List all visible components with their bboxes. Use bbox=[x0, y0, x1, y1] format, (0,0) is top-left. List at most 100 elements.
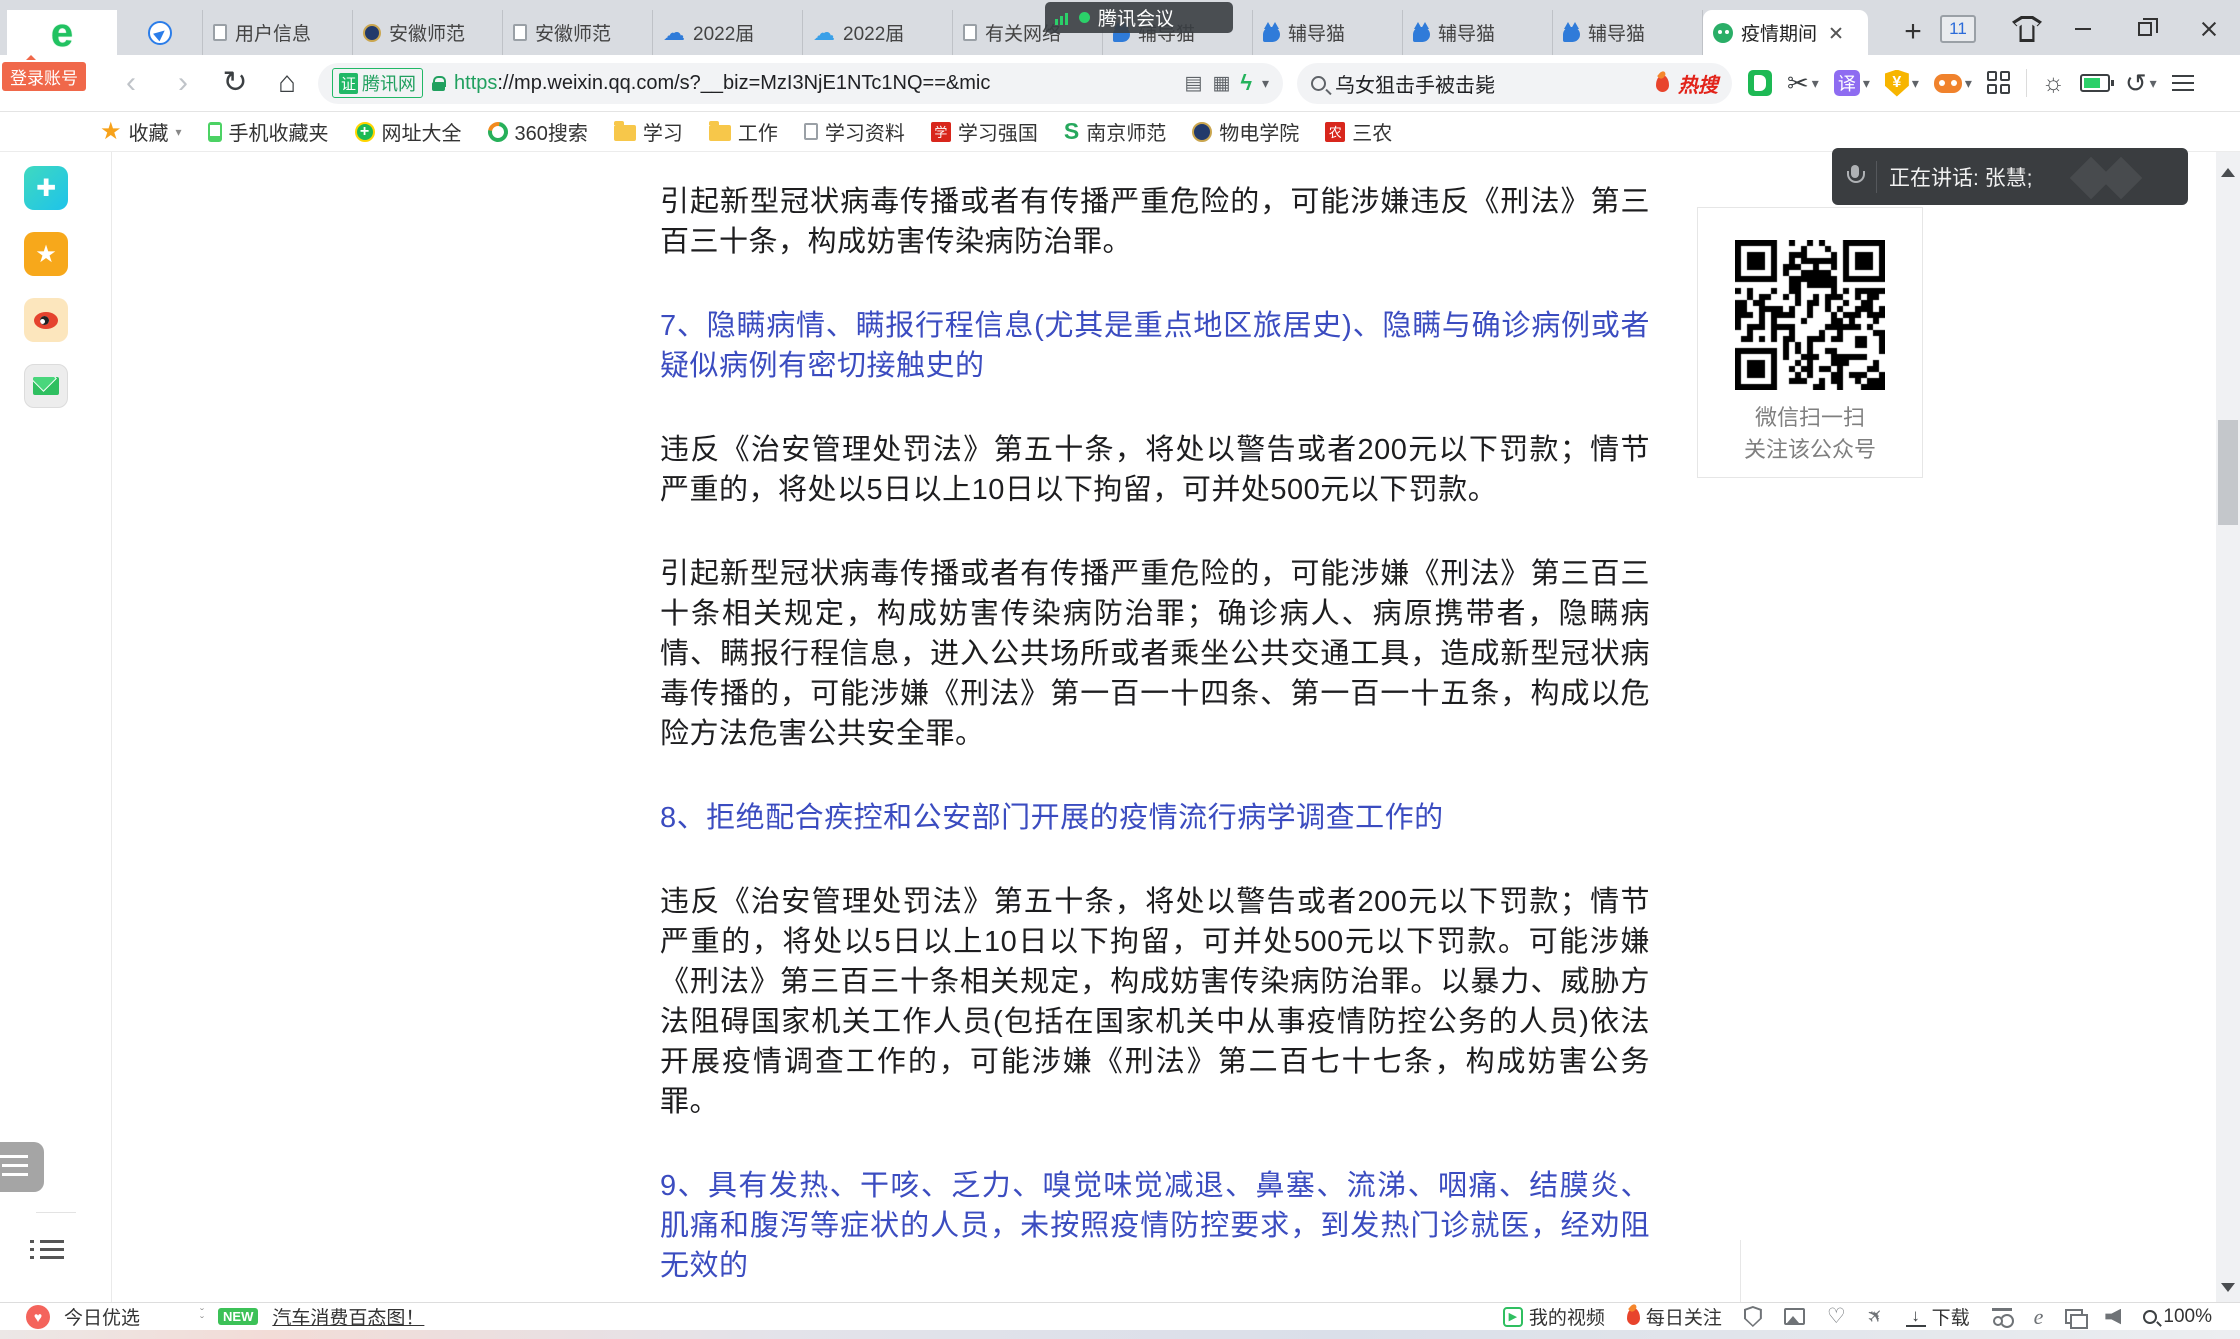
scroll-down-icon[interactable] bbox=[2221, 1283, 2235, 1292]
translate-button[interactable]: 译▾ bbox=[1834, 70, 1870, 96]
tab[interactable]: 辅导猫 bbox=[1553, 10, 1703, 55]
search-box[interactable]: 乌女狙击手被击毙 热搜 bbox=[1297, 63, 1732, 104]
photo-button[interactable] bbox=[1784, 1308, 1805, 1325]
tab[interactable]: 辅导猫 bbox=[1403, 10, 1553, 55]
browser-logo-area[interactable]: e bbox=[7, 10, 117, 55]
screenshot-button[interactable]: ✂▾ bbox=[1787, 70, 1819, 96]
bookmark-item[interactable]: 工作 bbox=[709, 117, 778, 146]
battery-saver-icon[interactable] bbox=[2080, 74, 2110, 92]
close-button[interactable] bbox=[2192, 16, 2226, 42]
play-video-button[interactable]: ▶我的视频 bbox=[1503, 1303, 1605, 1330]
bookmark-item[interactable]: ★收藏▾ bbox=[100, 117, 182, 146]
bookmark-item[interactable]: 农三农 bbox=[1325, 117, 1392, 146]
bookmark-item[interactable]: 手机收藏夹 bbox=[208, 117, 329, 146]
rebate-button[interactable]: ¥▾ bbox=[1885, 70, 1919, 97]
bookmark-item[interactable]: 学习 bbox=[614, 117, 683, 146]
undo-button[interactable]: ↺▾ bbox=[2125, 70, 2157, 96]
chevron-down-icon[interactable]: ▾ bbox=[1863, 75, 1870, 92]
speaking-toast-text: 正在讲话: 张慧; bbox=[1889, 162, 2033, 192]
login-account-badge[interactable]: 登录账号 bbox=[2, 62, 86, 91]
promo-link[interactable]: 汽车消费百态图！ bbox=[272, 1303, 424, 1330]
health-app-icon[interactable]: ✚ bbox=[24, 166, 68, 210]
tab-active[interactable]: 疫情期间 bbox=[1703, 10, 1868, 55]
bookmark-item[interactable]: 学习资料 bbox=[804, 117, 905, 146]
speed-bolt-icon[interactable]: ϟ bbox=[1240, 70, 1252, 96]
tab-title: 辅导猫 bbox=[1438, 19, 1495, 46]
split-window-button[interactable] bbox=[2065, 1309, 2083, 1324]
plugin-box-button[interactable] bbox=[1992, 1308, 2012, 1326]
reading-list-toggle-icon[interactable] bbox=[30, 1238, 64, 1264]
article-heading[interactable]: 9、具有发热、干咳、乏力、嗅觉味觉减退、鼻塞、流涕、咽痛、结膜炎、肌痛和腹泻等症… bbox=[660, 1166, 1650, 1286]
bookmark-item[interactable]: 物电学院 bbox=[1192, 117, 1299, 146]
heart-icon[interactable]: ♥ bbox=[26, 1305, 50, 1329]
magnifier-button[interactable]: 100% bbox=[2143, 1306, 2212, 1328]
home-icon[interactable]: ⌂ bbox=[264, 68, 310, 98]
chevron-down-icon[interactable]: ▾ bbox=[2150, 75, 2157, 92]
apps-grid-icon[interactable] bbox=[1987, 71, 2011, 95]
minimize-button[interactable] bbox=[2066, 16, 2100, 42]
hot-search-label[interactable]: 热搜 bbox=[1678, 69, 1718, 98]
game-button[interactable]: ▾ bbox=[1934, 74, 1972, 93]
feed-settings-icon[interactable] bbox=[0, 1142, 44, 1192]
chevron-down-icon[interactable]: ▾ bbox=[176, 125, 182, 139]
tab[interactable]: 安徽师范 bbox=[503, 10, 653, 55]
scrollbar-thumb[interactable] bbox=[2218, 420, 2238, 525]
article-heading[interactable]: 8、拒绝配合疾控和公安部门开展的疫情流行病学调查工作的 bbox=[660, 798, 1650, 838]
reader-mode-icon[interactable]: ▤ bbox=[1184, 72, 1202, 95]
bookmark-item[interactable]: 360搜索 bbox=[488, 117, 588, 146]
bookmark-item[interactable]: S南京师范 bbox=[1064, 117, 1166, 146]
site-cert-chip[interactable]: 证 腾讯网 bbox=[332, 68, 423, 98]
chevron-down-icon[interactable]: ▾ bbox=[1262, 75, 1269, 92]
double-chevron-down-icon[interactable]: ˇˇ bbox=[200, 1309, 204, 1325]
shield-button[interactable] bbox=[1744, 1306, 1762, 1327]
tab[interactable]: ☁2022届 bbox=[653, 10, 803, 55]
today-picks-label[interactable]: 今日优选 bbox=[64, 1303, 140, 1330]
tab[interactable]: ☁2022届 bbox=[803, 10, 953, 55]
reading-list-icon[interactable] bbox=[1748, 70, 1772, 96]
bookmark-item[interactable]: 学学习强国 bbox=[931, 117, 1038, 146]
folder-icon bbox=[709, 125, 731, 141]
brightness-icon[interactable]: ☼ bbox=[2042, 71, 2065, 96]
status-bar: ♥ 今日优选 ˇˇ NEW 汽车消费百态图！ ▶我的视频每日关注♡✈↓下载e10… bbox=[0, 1302, 2240, 1330]
bookmark-label: 网址大全 bbox=[382, 117, 462, 146]
bookmark-item[interactable]: +网址大全 bbox=[355, 117, 462, 146]
menu-icon[interactable] bbox=[2172, 75, 2194, 91]
weibo-app-icon[interactable] bbox=[24, 298, 68, 342]
address-bar[interactable]: 证 腾讯网 https://mp.weixin.qq.com/s?__biz=M… bbox=[318, 63, 1283, 104]
tab-close-icon[interactable] bbox=[1825, 22, 1847, 44]
ie-button[interactable]: e bbox=[2034, 1306, 2044, 1328]
article-heading[interactable]: 7、隐瞒病情、瞒报行程信息(尤其是重点地区旅居史)、隐瞒与确诊病例或者疑似病例有… bbox=[660, 306, 1650, 386]
star-icon: ★ bbox=[100, 120, 122, 144]
restore-button[interactable] bbox=[2128, 16, 2162, 42]
tab[interactable]: 用户信息 bbox=[203, 10, 353, 55]
scroll-up-icon[interactable] bbox=[2221, 168, 2235, 177]
url-text[interactable]: https://mp.weixin.qq.com/s?__biz=MzI3NjE… bbox=[454, 72, 1175, 95]
tab[interactable]: 辅导猫 bbox=[1253, 10, 1403, 55]
download-button[interactable]: ↓下载 bbox=[1906, 1303, 1970, 1330]
tab[interactable] bbox=[117, 10, 203, 55]
rocket-button[interactable]: ✈ bbox=[1868, 1307, 1884, 1326]
page-scrollbar[interactable] bbox=[2216, 152, 2240, 1302]
heart-pulse-button[interactable]: ♡ bbox=[1827, 1306, 1846, 1327]
daily-flame-button[interactable]: 每日关注 bbox=[1627, 1303, 1722, 1330]
tab-title: 2022届 bbox=[843, 19, 904, 46]
plugin-box-icon bbox=[1992, 1308, 2012, 1326]
shield-icon bbox=[1744, 1306, 1762, 1327]
chevron-down-icon[interactable]: ▾ bbox=[1912, 75, 1919, 92]
speaker-button[interactable] bbox=[2105, 1309, 2121, 1325]
tab[interactable]: 安徽师范 bbox=[353, 10, 503, 55]
tab-count-badge[interactable]: 11 bbox=[1940, 15, 1976, 43]
mail-app-icon[interactable] bbox=[24, 364, 68, 408]
favorites-star-app-icon[interactable]: ★ bbox=[24, 232, 68, 276]
bookmark-label: 学习强国 bbox=[958, 117, 1038, 146]
qr-share-icon[interactable]: ▦ bbox=[1212, 72, 1230, 95]
reload-icon[interactable]: ↻ bbox=[212, 68, 258, 98]
forward-icon[interactable]: › bbox=[160, 68, 206, 98]
chevron-down-icon[interactable]: ▾ bbox=[1812, 75, 1819, 92]
tencent-meeting-pill[interactable]: 腾讯会议 bbox=[1045, 2, 1233, 33]
browser-logo-icon: e bbox=[51, 13, 73, 53]
chevron-down-icon[interactable]: ▾ bbox=[1965, 75, 1972, 92]
search-query[interactable]: 乌女狙击手被击毙 bbox=[1335, 69, 1647, 98]
new-tab-button[interactable]: + bbox=[1895, 14, 1931, 50]
back-icon[interactable]: ‹ bbox=[108, 68, 154, 98]
